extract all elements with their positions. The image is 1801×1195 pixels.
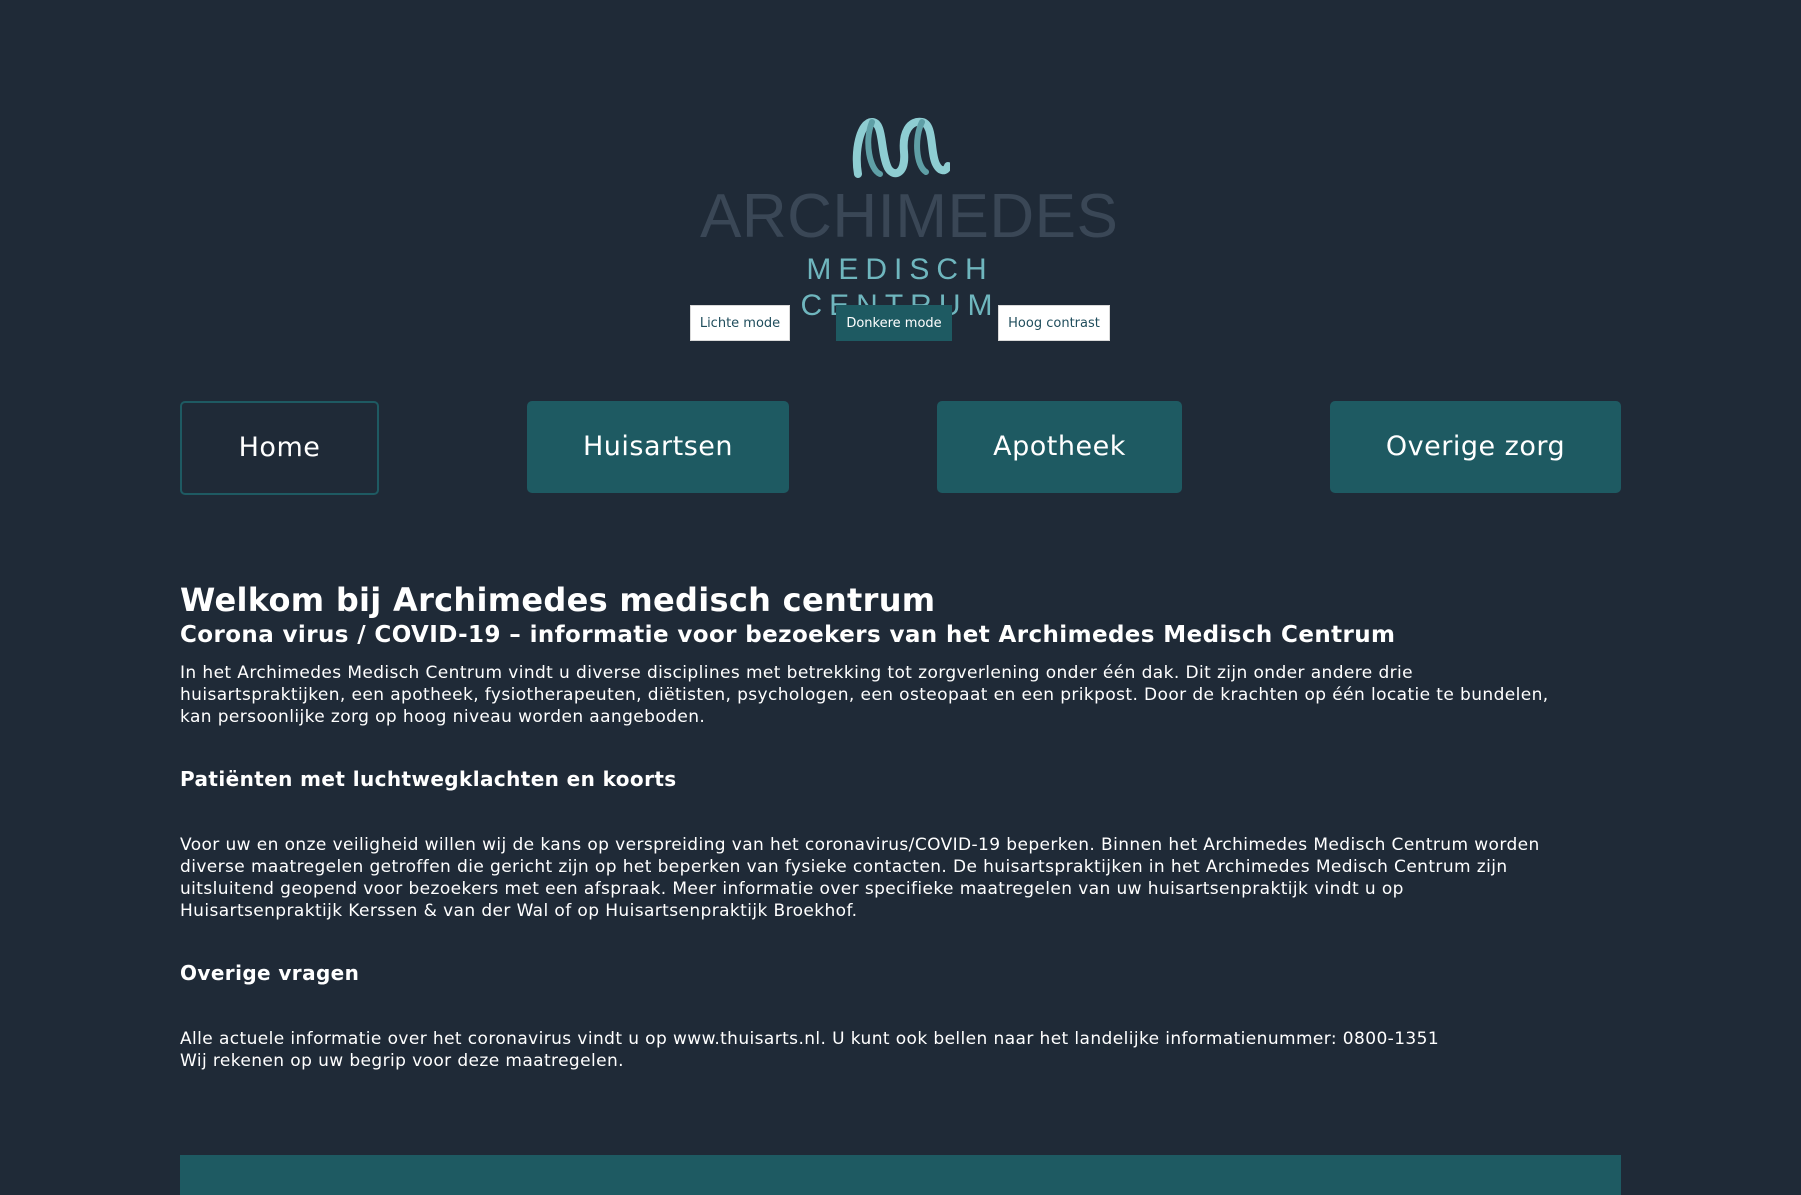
- high-contrast-button[interactable]: Hoog contrast: [998, 305, 1110, 341]
- respiratory-paragraph: Voor uw en onze veiligheid willen wij de…: [180, 835, 1540, 921]
- site-logo[interactable]: ARCHIMEDES MEDISCH CENTRUM: [700, 112, 1119, 322]
- understanding-line: Wij rekenen op uw begrip voor deze maatr…: [180, 1051, 624, 1071]
- other-questions-paragraph: Alle actuele informatie over het coronav…: [180, 1028, 1560, 1072]
- intro-paragraph: In het Archimedes Medisch Centrum vindt …: [180, 663, 1549, 727]
- nav-home-button[interactable]: Home: [180, 401, 379, 495]
- footer-band: [180, 1155, 1621, 1195]
- nav-overige-zorg-button[interactable]: Overige zorg: [1330, 401, 1621, 493]
- nav-huisartsen-button[interactable]: Huisartsen: [527, 401, 789, 493]
- light-mode-button[interactable]: Lichte mode: [690, 305, 790, 341]
- covid-subtitle: Corona virus / COVID-19 – informatie voo…: [180, 622, 1396, 648]
- thuisarts-info-line: Alle actuele informatie over het coronav…: [180, 1029, 1440, 1049]
- main-content: Welkom bij Archimedes medisch centrum Co…: [180, 580, 1560, 1072]
- nav-apotheek-button[interactable]: Apotheek: [937, 401, 1182, 493]
- dark-mode-button[interactable]: Donkere mode: [836, 305, 952, 341]
- respiratory-heading: Patiënten met luchtwegklachten en koorts: [180, 767, 677, 791]
- logo-wordmark: ARCHIMEDES: [700, 182, 1119, 251]
- main-navigation: Home Huisartsen Apotheek Overige zorg: [0, 401, 1801, 495]
- display-mode-switcher: Lichte mode Donkere mode Hoog contrast: [0, 305, 1801, 343]
- other-questions-heading: Overige vragen: [180, 961, 360, 985]
- archimedes-logo-icon: [852, 117, 950, 178]
- page-title: Welkom bij Archimedes medisch centrum: [180, 581, 936, 619]
